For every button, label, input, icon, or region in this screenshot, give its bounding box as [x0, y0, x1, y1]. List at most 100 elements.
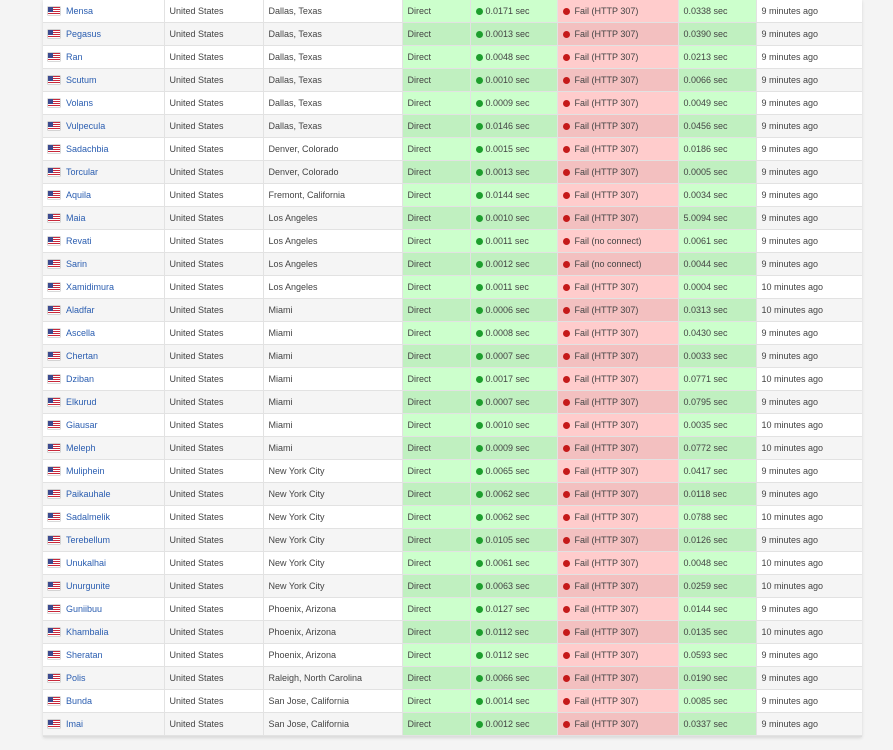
server-name-link[interactable]: Volans: [66, 98, 93, 108]
location-cell: Los Angeles: [263, 252, 403, 276]
last-checked-cell: 10 minutes ago: [756, 620, 862, 644]
method-cell: Direct: [402, 114, 471, 138]
http-status-cell: Fail (HTTP 307): [557, 436, 679, 460]
server-cell: Sadachbia: [43, 137, 165, 161]
last-checked-cell: 9 minutes ago: [756, 160, 862, 184]
status-ok-icon: [475, 445, 483, 452]
table-row: Terebellum United States New York City Dire…: [43, 528, 862, 552]
method-cell: Direct: [402, 252, 471, 276]
server-name-link[interactable]: Vulpecula: [66, 121, 105, 131]
us-flag-icon: [48, 559, 60, 567]
location-cell: New York City: [263, 459, 403, 483]
server-cell: Muliphein: [43, 459, 165, 483]
http-status-value: Fail (HTTP 307): [574, 282, 639, 292]
http-status-value: Fail (HTTP 307): [574, 213, 639, 223]
server-name-link[interactable]: Muliphein: [66, 466, 105, 476]
server-name-link[interactable]: Bunda: [66, 696, 92, 706]
server-name-link[interactable]: Scutum: [66, 75, 97, 85]
ping-value: 0.0013 sec: [485, 167, 530, 177]
response-time-cell: 0.0390 sec: [678, 22, 757, 46]
response-time-cell: 0.0004 sec: [678, 275, 757, 299]
status-fail-icon: [562, 284, 570, 291]
ping-cell: 0.0061 sec: [470, 551, 558, 575]
ping-cell: 0.0112 sec: [470, 643, 558, 667]
server-name-link[interactable]: Guniibuu: [66, 604, 102, 614]
status-fail-icon: [562, 468, 570, 475]
http-status-cell: Fail (HTTP 307): [557, 367, 679, 391]
location-cell: Phoenix, Arizona: [263, 620, 403, 644]
method-cell: Direct: [402, 505, 471, 529]
method-cell: Direct: [402, 22, 471, 46]
status-fail-icon: [562, 537, 570, 544]
ping-value: 0.0011 sec: [485, 236, 529, 246]
ping-value: 0.0015 sec: [485, 144, 530, 154]
server-name-link[interactable]: Khambalia: [66, 627, 109, 637]
ping-value: 0.0062 sec: [485, 489, 530, 499]
http-status-value: Fail (HTTP 307): [574, 98, 639, 108]
server-name-link[interactable]: Aquila: [66, 190, 91, 200]
server-name-link[interactable]: Imai: [66, 719, 83, 729]
server-name-link[interactable]: Maia: [66, 213, 86, 223]
server-name-link[interactable]: Ran: [66, 52, 83, 62]
table-row: Volans United States Dallas, Texas Direct 0.…: [43, 91, 862, 115]
server-name-link[interactable]: Aladfar: [66, 305, 95, 315]
server-name-link[interactable]: Pegasus: [66, 29, 101, 39]
http-status-cell: Fail (HTTP 307): [557, 482, 679, 506]
server-name-link[interactable]: Terebellum: [66, 535, 110, 545]
ping-cell: 0.0011 sec: [470, 275, 558, 299]
method-cell: Direct: [402, 229, 471, 253]
status-ok-icon: [475, 238, 483, 245]
country-cell: United States: [164, 620, 264, 644]
server-name-link[interactable]: Meleph: [66, 443, 96, 453]
status-ok-icon: [475, 146, 483, 153]
http-status-value: Fail (HTTP 307): [574, 305, 639, 315]
table-row: Bunda United States San Jose, California Di…: [43, 689, 862, 713]
ping-value: 0.0011 sec: [485, 282, 529, 292]
server-name-link[interactable]: Sarin: [66, 259, 87, 269]
status-ok-icon: [475, 698, 483, 705]
status-fail-icon: [562, 146, 570, 153]
server-name-link[interactable]: Giausar: [66, 420, 98, 430]
response-time-cell: 0.0118 sec: [678, 482, 757, 506]
server-name-link[interactable]: Mensa: [66, 6, 93, 16]
server-name-link[interactable]: Polis: [66, 673, 86, 683]
server-name-link[interactable]: Sadachbia: [66, 144, 109, 154]
us-flag-icon: [48, 513, 60, 521]
us-flag-icon: [48, 467, 60, 475]
status-ok-icon: [475, 491, 483, 498]
http-status-value: Fail (HTTP 307): [574, 190, 639, 200]
server-name-link[interactable]: Elkurud: [66, 397, 97, 407]
http-status-cell: Fail (HTTP 307): [557, 22, 679, 46]
location-cell: Miami: [263, 390, 403, 414]
country-cell: United States: [164, 505, 264, 529]
ping-cell: 0.0105 sec: [470, 528, 558, 552]
server-name-link[interactable]: Dziban: [66, 374, 94, 384]
server-name-link[interactable]: Unukalhai: [66, 558, 106, 568]
server-name-link[interactable]: Chertan: [66, 351, 98, 361]
server-name-link[interactable]: Sheratan: [66, 650, 103, 660]
status-ok-icon: [475, 8, 483, 15]
server-cell: Maia: [43, 206, 165, 230]
server-name-link[interactable]: Xamidimura: [66, 282, 114, 292]
server-cell: Pegasus: [43, 22, 165, 46]
status-fail-icon: [562, 698, 570, 705]
server-name-link[interactable]: Paikauhale: [66, 489, 111, 499]
method-cell: Direct: [402, 275, 471, 299]
http-status-value: Fail (HTTP 307): [574, 144, 639, 154]
table-row: Aquila United States Fremont, California Di…: [43, 183, 862, 207]
table-row: Revati United States Los Angeles Direct 0.00…: [43, 229, 862, 253]
country-cell: United States: [164, 91, 264, 115]
ping-value: 0.0062 sec: [485, 512, 530, 522]
server-name-link[interactable]: Revati: [66, 236, 92, 246]
method-cell: Direct: [402, 689, 471, 713]
server-cell: Revati: [43, 229, 165, 253]
server-name-link[interactable]: Torcular: [66, 167, 98, 177]
server-name-link[interactable]: Sadalmelik: [66, 512, 110, 522]
server-name-link[interactable]: Ascella: [66, 328, 95, 338]
server-name-link[interactable]: Unurgunite: [66, 581, 110, 591]
table-row: Vulpecula United States Dallas, Texas Direc…: [43, 114, 862, 138]
us-flag-icon: [48, 421, 60, 429]
location-cell: Los Angeles: [263, 206, 403, 230]
location-cell: Denver, Colorado: [263, 137, 403, 161]
http-status-cell: Fail (HTTP 307): [557, 0, 679, 23]
